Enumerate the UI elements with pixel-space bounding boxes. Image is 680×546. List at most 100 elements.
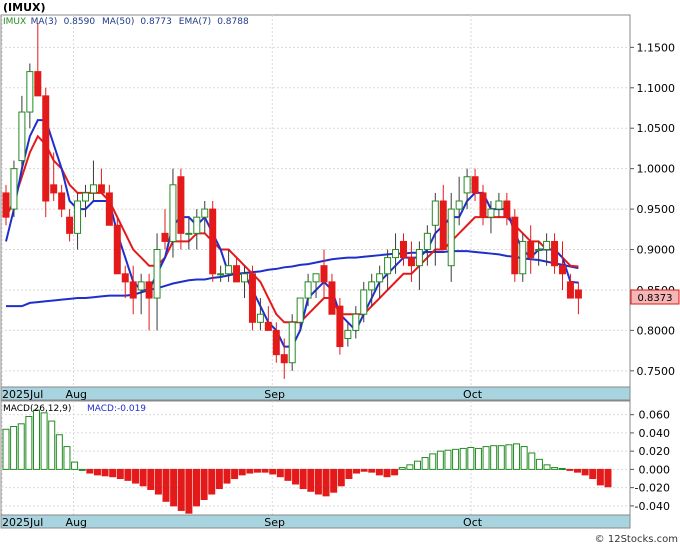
macd-bar bbox=[551, 467, 559, 470]
macd-bar bbox=[40, 412, 48, 470]
candle-body bbox=[34, 71, 42, 97]
candle-body bbox=[193, 216, 201, 234]
macd-label: MACD(26,12,9) bbox=[3, 404, 71, 414]
candle-body bbox=[328, 281, 336, 315]
macd-bar bbox=[307, 468, 315, 492]
macd-bar bbox=[429, 453, 437, 470]
candle-body bbox=[169, 184, 177, 242]
macd-bar bbox=[482, 446, 490, 470]
macd-tick-label: 0.040 bbox=[639, 427, 671, 440]
candle-body bbox=[225, 265, 233, 275]
legend-item: MA(50) bbox=[102, 17, 134, 27]
macd-bar bbox=[497, 445, 505, 470]
macd-bar bbox=[17, 423, 25, 470]
candle-body bbox=[519, 240, 527, 275]
macd-bar bbox=[383, 468, 391, 478]
date-axis-band bbox=[0, 386, 631, 401]
macd-bar bbox=[93, 468, 101, 476]
macd-bar bbox=[436, 450, 444, 470]
candle-body bbox=[392, 249, 400, 259]
macd-bar bbox=[413, 460, 421, 470]
candle-body bbox=[487, 208, 495, 218]
candle-body bbox=[296, 297, 304, 323]
legend-item: 0.8773 bbox=[140, 17, 172, 27]
candle-body bbox=[105, 192, 113, 226]
date-label: 2025Jul bbox=[2, 516, 43, 529]
macd-bar bbox=[604, 468, 612, 488]
candle-body bbox=[543, 240, 551, 251]
legend-item: 0.8788 bbox=[217, 17, 249, 27]
macd-bar bbox=[231, 468, 239, 480]
macd-bar bbox=[467, 447, 475, 470]
macd-y-axis: 0.060 0.040 0.020 0.000 -0.020 -0.040 bbox=[630, 409, 670, 513]
candle-body bbox=[423, 232, 431, 251]
macd-bar bbox=[71, 461, 79, 470]
macd-bar bbox=[132, 468, 140, 484]
date-label: Aug bbox=[66, 388, 87, 401]
macd-bar bbox=[32, 409, 40, 470]
macd-tick-label: 0.020 bbox=[639, 445, 671, 458]
candle-body bbox=[129, 281, 137, 299]
macd-bar bbox=[2, 428, 10, 470]
candle-body bbox=[360, 289, 368, 315]
candle-body bbox=[336, 305, 344, 348]
macd-panel bbox=[0, 400, 631, 516]
macd-bar bbox=[10, 426, 18, 470]
macd-bar bbox=[513, 443, 521, 470]
candle-body bbox=[527, 240, 535, 259]
macd-bar bbox=[124, 468, 132, 481]
candle-body bbox=[248, 273, 256, 323]
candle-body bbox=[288, 321, 296, 364]
macd-date-axis-band bbox=[0, 514, 631, 529]
macd-bar bbox=[63, 446, 71, 470]
macd-bar bbox=[375, 468, 383, 476]
macd-bar bbox=[109, 468, 117, 478]
candle-body bbox=[400, 240, 407, 259]
macd-bar bbox=[596, 468, 604, 486]
macd-bar bbox=[314, 468, 322, 495]
macd-bar bbox=[253, 468, 261, 473]
candle-body bbox=[201, 208, 209, 218]
macd-bar bbox=[337, 468, 345, 487]
macd-bar bbox=[215, 468, 223, 490]
candle-body bbox=[312, 273, 320, 283]
macd-bar bbox=[299, 468, 307, 490]
macd-bar bbox=[162, 468, 170, 502]
candle bbox=[10, 160, 18, 218]
macd-bar bbox=[353, 468, 361, 474]
candle-body bbox=[415, 249, 423, 267]
candle-body bbox=[272, 329, 280, 356]
candle-body bbox=[161, 232, 169, 242]
macd-bar bbox=[444, 449, 452, 470]
macd-bar bbox=[269, 468, 277, 475]
candle-body bbox=[97, 184, 105, 194]
candle-body bbox=[121, 273, 129, 283]
macd-bar bbox=[116, 468, 124, 480]
date-label: Oct bbox=[463, 388, 483, 401]
candle-body bbox=[217, 273, 225, 276]
macd-bar bbox=[391, 468, 399, 476]
macd-bar bbox=[528, 452, 536, 470]
macd-bar bbox=[581, 468, 589, 476]
candle-body bbox=[320, 265, 328, 283]
candle-body bbox=[455, 200, 463, 210]
macd-bar bbox=[459, 447, 467, 470]
macd-bar bbox=[543, 464, 551, 470]
candle-body bbox=[511, 216, 519, 275]
candle-body bbox=[471, 176, 479, 194]
macd-bar bbox=[406, 464, 414, 470]
macd-bar bbox=[574, 468, 581, 473]
candle-body bbox=[384, 257, 392, 275]
macd-bar bbox=[154, 468, 162, 495]
candle-body bbox=[153, 249, 161, 299]
macd-bar bbox=[566, 468, 574, 471]
candle-body bbox=[233, 265, 241, 283]
candle-body bbox=[447, 208, 455, 267]
macd-bar bbox=[193, 468, 200, 507]
macd-bar bbox=[177, 468, 185, 511]
macd-bar bbox=[284, 468, 292, 481]
macd-bar bbox=[261, 468, 269, 473]
candle-body bbox=[82, 192, 89, 202]
candle-body bbox=[89, 184, 97, 194]
date-label: Oct bbox=[463, 516, 483, 529]
